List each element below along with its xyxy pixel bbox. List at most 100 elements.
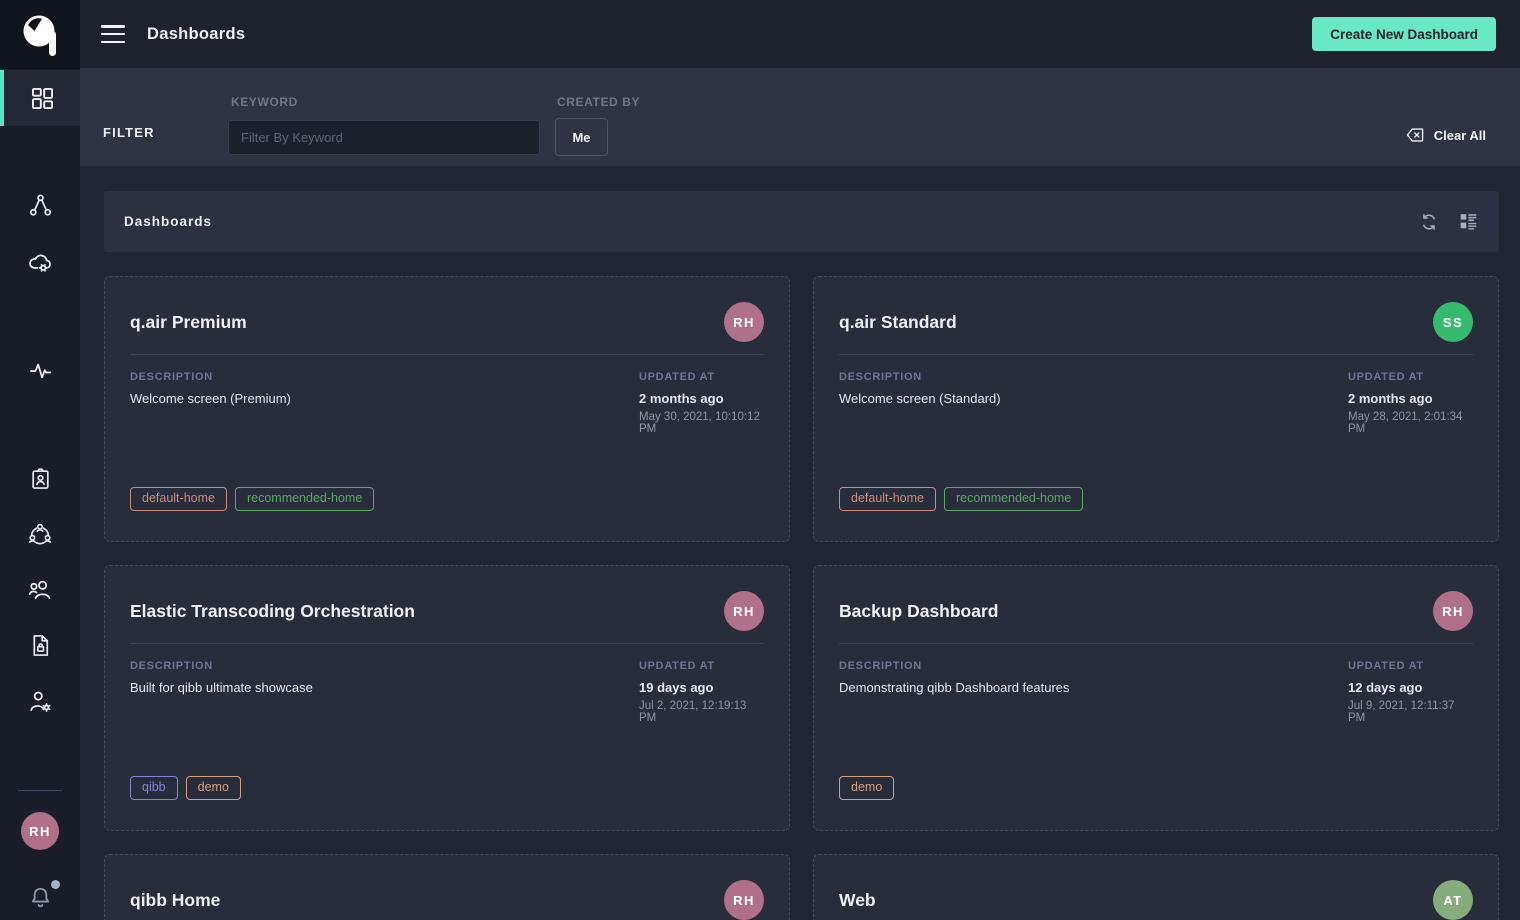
team-icon — [26, 520, 54, 548]
tag[interactable]: demo — [186, 776, 241, 800]
cloud-gear-icon — [26, 248, 54, 276]
backspace-icon — [1404, 124, 1426, 146]
sidebar-item-users[interactable] — [0, 567, 80, 611]
dashboard-card[interactable]: Backup Dashboard RH DESCRIPTION Demonstr… — [813, 565, 1499, 831]
sidebar-item-id-badge[interactable] — [0, 456, 80, 500]
description-label: DESCRIPTION — [839, 371, 1348, 383]
user-gear-icon — [26, 687, 54, 715]
main-content: Dashboards — [80, 166, 1520, 920]
description-label: DESCRIPTION — [130, 660, 639, 672]
dashboard-grid-icon — [29, 85, 56, 112]
description-label: DESCRIPTION — [839, 660, 1348, 672]
menu-icon[interactable] — [101, 25, 125, 43]
description-text: Welcome screen (Premium) — [130, 391, 639, 406]
sidebar-item-user-settings[interactable] — [0, 679, 80, 723]
updated-timestamp: Jul 2, 2021, 12:19:13 PM — [639, 700, 764, 724]
keyword-label: KEYWORD — [231, 95, 298, 109]
tag[interactable]: qibb — [130, 776, 178, 800]
updated-at-label: UPDATED AT — [639, 660, 764, 672]
sidebar-divider — [18, 790, 62, 791]
description-text: Welcome screen (Standard) — [839, 391, 1348, 406]
list-view-icon — [1458, 211, 1479, 232]
updated-at-label: UPDATED AT — [1348, 660, 1473, 672]
create-new-dashboard-button[interactable]: Create New Dashboard — [1312, 17, 1496, 51]
updated-relative: 12 days ago — [1348, 680, 1473, 695]
clear-all-button[interactable]: Clear All — [1404, 124, 1486, 146]
tag[interactable]: default-home — [130, 487, 227, 511]
description-text: Built for qibb ultimate showcase — [130, 680, 639, 695]
card-title: Web — [839, 890, 876, 911]
dashboard-card[interactable]: q.air Premium RH DESCRIPTION Welcome scr… — [104, 276, 790, 542]
updated-at-label: UPDATED AT — [639, 371, 764, 383]
dashboards-section-header: Dashboards — [104, 191, 1499, 252]
sidebar: RH — [0, 0, 80, 920]
updated-timestamp: May 30, 2021, 10:10:12 PM — [639, 411, 764, 435]
updated-relative: 2 months ago — [639, 391, 764, 406]
tag-list: demo — [839, 776, 894, 800]
updated-timestamp: Jul 9, 2021, 12:11:37 PM — [1348, 700, 1473, 724]
description-text: Demonstrating qibb Dashboard features — [839, 680, 1348, 695]
sidebar-item-activity[interactable] — [0, 348, 80, 392]
avatar: RH — [724, 302, 764, 342]
card-divider — [130, 643, 764, 644]
sidebar-item-node-graph[interactable] — [0, 183, 80, 227]
id-badge-icon — [27, 465, 54, 492]
list-view-toggle-button[interactable] — [1458, 211, 1479, 232]
refresh-icon — [1418, 211, 1440, 233]
updated-relative: 2 months ago — [1348, 391, 1473, 406]
keyword-input[interactable] — [228, 120, 540, 155]
dashboard-card[interactable]: qibb Home RH — [104, 854, 790, 920]
card-title: qibb Home — [130, 890, 220, 911]
card-title: q.air Premium — [130, 312, 247, 333]
sidebar-item-document-lock[interactable] — [0, 623, 80, 667]
qibb-logo-icon — [20, 12, 60, 58]
tag-list: qibb demo — [130, 776, 241, 800]
users-icon — [26, 575, 54, 603]
filter-bar: FILTER KEYWORD CREATED BY Me Clear All — [80, 68, 1520, 166]
created-by-me-button[interactable]: Me — [555, 118, 608, 156]
filter-label: FILTER — [103, 125, 155, 140]
clear-all-label: Clear All — [1434, 128, 1486, 143]
dashboard-cards-grid: q.air Premium RH DESCRIPTION Welcome scr… — [104, 276, 1499, 920]
card-divider — [130, 354, 764, 355]
description-label: DESCRIPTION — [130, 371, 639, 383]
card-divider — [839, 354, 1473, 355]
dashboard-card[interactable]: Web AT — [813, 854, 1499, 920]
avatar: RH — [724, 591, 764, 631]
tag[interactable]: default-home — [839, 487, 936, 511]
card-title: Backup Dashboard — [839, 601, 998, 622]
card-title: q.air Standard — [839, 312, 957, 333]
avatar: AT — [1433, 880, 1473, 920]
section-title: Dashboards — [124, 214, 212, 229]
bell-icon — [27, 884, 54, 911]
document-lock-icon — [27, 632, 54, 659]
notification-dot — [51, 880, 60, 889]
card-title: Elastic Transcoding Orchestration — [130, 601, 415, 622]
avatar: RH — [1433, 591, 1473, 631]
updated-timestamp: May 28, 2021, 2:01:34 PM — [1348, 411, 1473, 435]
refresh-button[interactable] — [1418, 211, 1440, 233]
page-title: Dashboards — [147, 25, 245, 44]
dashboard-card[interactable]: Elastic Transcoding Orchestration RH DES… — [104, 565, 790, 831]
tag[interactable]: demo — [839, 776, 894, 800]
qibb-logo[interactable] — [0, 0, 80, 69]
sidebar-item-team[interactable] — [0, 512, 80, 556]
node-graph-icon — [27, 192, 54, 219]
created-by-label: CREATED BY — [557, 95, 640, 109]
tag[interactable]: recommended-home — [944, 487, 1083, 511]
sidebar-item-notifications[interactable] — [27, 884, 57, 914]
updated-relative: 19 days ago — [639, 680, 764, 695]
avatar: SS — [1433, 302, 1473, 342]
card-divider — [839, 643, 1473, 644]
topbar: Dashboards Create New Dashboard — [80, 0, 1520, 68]
tag-list: default-home recommended-home — [130, 487, 374, 511]
sidebar-user-avatar[interactable]: RH — [21, 812, 59, 850]
avatar: RH — [724, 880, 764, 920]
dashboard-card[interactable]: q.air Standard SS DESCRIPTION Welcome sc… — [813, 276, 1499, 542]
sidebar-item-cloud-services[interactable] — [0, 240, 80, 284]
pulse-icon — [27, 357, 54, 384]
sidebar-item-dashboards[interactable] — [0, 70, 80, 126]
tag[interactable]: recommended-home — [235, 487, 374, 511]
tag-list: default-home recommended-home — [839, 487, 1083, 511]
updated-at-label: UPDATED AT — [1348, 371, 1473, 383]
